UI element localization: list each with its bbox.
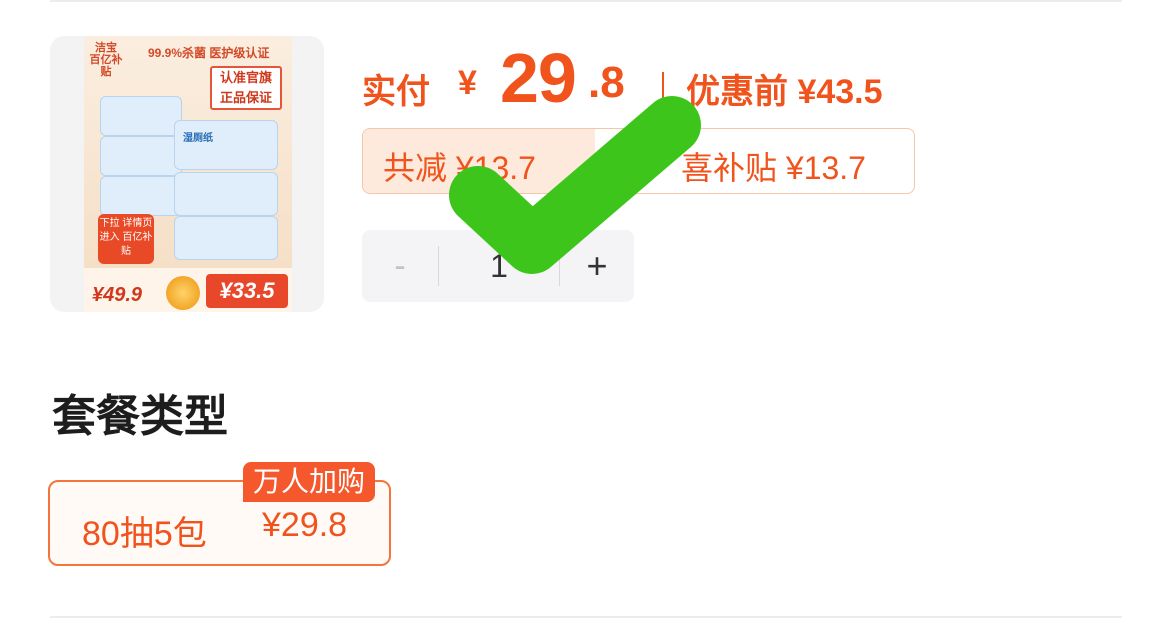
- popular-tag: 万人加购: [243, 462, 376, 502]
- thumbnail-promo: 下拉 详情页进入 百亿补贴: [98, 214, 154, 264]
- checkmark-icon: [449, 96, 701, 274]
- coin-icon: [166, 276, 200, 310]
- thumbnail-old-price: ¥49.9: [92, 284, 143, 306]
- thumbnail-claim: 99.9%杀菌 医护级认证: [148, 46, 270, 60]
- thumbnail-new-price: ¥33.5: [206, 274, 288, 308]
- bottom-divider: [50, 616, 1122, 618]
- product-pack-front: 湿厕纸: [174, 120, 278, 170]
- product-pack: [174, 216, 278, 260]
- product-pack: [100, 96, 182, 136]
- pay-label: 实付: [362, 73, 430, 111]
- package-option-name: 80抽5包: [82, 515, 207, 553]
- thumbnail-brand: 洁宝 百亿补贴: [89, 42, 123, 78]
- product-pack: [174, 172, 278, 216]
- package-option-price: ¥29.8: [262, 506, 348, 544]
- thumbnail-badge-line2: 正品保证: [219, 90, 272, 105]
- product-pack: [100, 176, 182, 216]
- pack-label: 湿厕纸: [183, 133, 213, 144]
- original-price: 优惠前 ¥43.5: [686, 73, 883, 111]
- package-type-title: 套餐类型: [52, 392, 228, 441]
- thumbnail-badge: 认准官旗 正品保证: [210, 66, 282, 110]
- thumbnail-badge-line1: 认准官旗: [219, 70, 272, 85]
- top-divider: [50, 0, 1122, 2]
- product-thumbnail[interactable]: 洁宝 百亿补贴 99.9%杀菌 医护级认证 认准官旗 正品保证 湿厕纸 下拉 详…: [84, 36, 292, 312]
- decrease-button[interactable]: -: [362, 230, 438, 302]
- product-pack: [100, 136, 182, 176]
